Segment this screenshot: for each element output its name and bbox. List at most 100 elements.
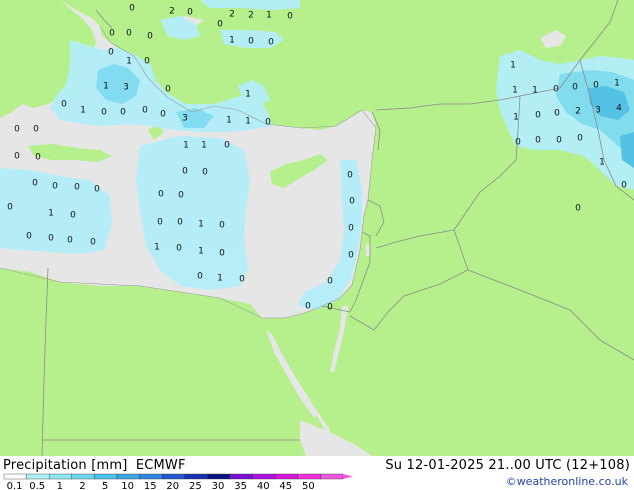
precip-value-label: 1 — [245, 117, 251, 127]
precip-value-label: 0 — [217, 20, 223, 30]
precip-value-label: 0 — [572, 83, 578, 93]
precip-value-label: 0 — [305, 302, 311, 312]
scale-swatch — [297, 473, 321, 480]
precip-value-label: 0 — [147, 32, 153, 42]
precip-value-label: 1 — [198, 220, 204, 230]
precip-value-label: 0 — [176, 244, 182, 254]
precip-value-label: 3 — [182, 114, 188, 124]
precip-value-label: 0 — [14, 125, 20, 135]
precip-value-label: 0 — [157, 218, 163, 228]
precip-value-label: 1 — [229, 36, 235, 46]
precip-value-label: 0 — [554, 109, 560, 119]
precip-value-label: 0 — [32, 179, 38, 189]
scale-swatch — [320, 473, 344, 480]
precip-value-label: 0 — [158, 190, 164, 200]
scale-label: 40 — [257, 481, 270, 490]
precip-value-label: 0 — [178, 191, 184, 201]
precip-value-label: 0 — [327, 277, 333, 287]
scale-label: 0.1 — [7, 481, 23, 490]
precip-value-label: 0 — [265, 118, 271, 128]
precip-value-label: 0 — [197, 272, 203, 282]
precip-value-label: 0 — [52, 182, 58, 192]
scale-arrow — [343, 474, 353, 479]
precip-value-label: 0 — [120, 108, 126, 118]
precip-value-label: 0 — [535, 136, 541, 146]
precip-value-label: 0 — [224, 141, 230, 151]
scale-swatch — [49, 473, 73, 480]
precip-value-label: 1 — [266, 11, 272, 21]
scale-swatch — [275, 473, 299, 480]
precip-value-label: 1 — [217, 274, 223, 284]
precip-value-label: 0 — [575, 204, 581, 214]
precip-value-label: 0 — [348, 251, 354, 261]
scale-swatch — [139, 473, 163, 480]
precip-value-label: 0 — [577, 134, 583, 144]
precip-value-label: 2 — [169, 7, 175, 17]
scale-swatch — [184, 473, 208, 480]
precip-value-label: 0 — [160, 110, 166, 120]
precipitation-map: 2 0 2 2 1 0 0 0 0 0 0 1 0 0 0 1 0 1 3 0 0 1 0 0 0 0 1 3 1 1 0 0 0 1 1 0 0 0 0 0… — [0, 0, 634, 456]
scale-swatch — [229, 473, 253, 480]
scale-label: 5 — [102, 481, 108, 490]
precip-value-label: 0 — [33, 125, 39, 135]
precip-value-label: 1 — [80, 106, 86, 116]
legend-bar: Precipitation [mm] ECMWF Su 12-01-2025 2… — [0, 456, 634, 490]
precip-value-label: 1 — [512, 86, 518, 96]
scale-label: 2 — [79, 481, 85, 490]
precip-value-label: 1 — [245, 90, 251, 100]
scale-swatch — [252, 473, 276, 480]
scale-swatch — [161, 473, 185, 480]
scale-swatch — [3, 473, 27, 480]
lake-dead-sea — [366, 244, 370, 256]
precip-value-label: 3 — [595, 106, 601, 116]
scale-label: 15 — [144, 481, 157, 490]
precip-value-label: 1 — [183, 141, 189, 151]
color-scale: 0.1 0.5 1 2 5 10 15 20 25 30 35 40 45 50 — [3, 473, 353, 490]
precip-value-label: 0 — [187, 8, 193, 18]
scale-label: 45 — [279, 481, 292, 490]
valid-datetime: Su 12-01-2025 21..00 UTC (12+108) — [385, 458, 630, 473]
precip-value-label: 0 — [26, 232, 32, 242]
scale-label: 25 — [189, 481, 202, 490]
credit-link[interactable]: ©weatheronline.co.uk — [506, 475, 628, 488]
scale-swatch — [207, 473, 231, 480]
scale-label: 1 — [57, 481, 63, 490]
precip-value-label: 1 — [103, 82, 109, 92]
precip-value-label: 1 — [510, 61, 516, 71]
precip-value-label: 0 — [165, 85, 171, 95]
precip-value-label: 2 — [575, 107, 581, 117]
precip-value-label: 0 — [347, 171, 353, 181]
precip-value-label: 2 — [229, 10, 235, 20]
precip-value-label: 0 — [144, 57, 150, 67]
precip-value-label: 0 — [108, 48, 114, 58]
precip-value-label: 0 — [35, 153, 41, 163]
scale-label: 0.5 — [29, 481, 45, 490]
precip-value-label: 0 — [239, 275, 245, 285]
scale-swatch — [116, 473, 140, 480]
legend-title: Precipitation [mm] ECMWF — [3, 458, 186, 473]
precip-value-label: 3 — [123, 83, 129, 93]
precip-value-label: 0 — [556, 136, 562, 146]
precip-value-label: 1 — [154, 243, 160, 253]
scale-label: 20 — [166, 481, 179, 490]
precip-value-label: 0 — [348, 224, 354, 234]
precip-value-label: 0 — [553, 85, 559, 95]
scale-swatch — [94, 473, 118, 480]
precip-value-label: 0 — [70, 211, 76, 221]
precip-value-label: 0 — [621, 181, 627, 191]
precip-value-label: 0 — [219, 249, 225, 259]
precip-value-label: 1 — [532, 86, 538, 96]
precip-value-label: 0 — [219, 221, 225, 231]
precip-value-label: 1 — [614, 79, 620, 89]
precip-value-label: 0 — [593, 81, 599, 91]
precip-value-label: 0 — [349, 197, 355, 207]
precip-value-label: 0 — [48, 234, 54, 244]
precip-value-label: 0 — [287, 12, 293, 22]
precip-value-label: 0 — [109, 29, 115, 39]
precip-value-label: 0 — [126, 29, 132, 39]
precip-value-label: 0 — [268, 38, 274, 48]
precip-value-label: 0 — [101, 108, 107, 118]
legend-variable: Precipitation [mm] — [3, 458, 128, 473]
scale-swatch — [26, 473, 50, 480]
precip-value-label: 0 — [67, 236, 73, 246]
